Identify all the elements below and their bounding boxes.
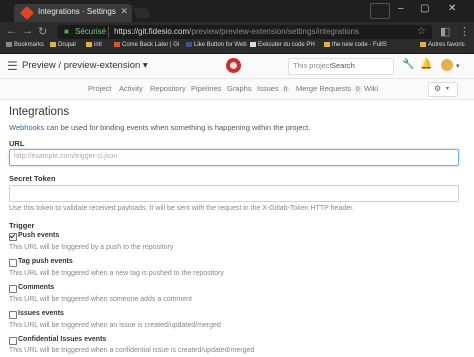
user-profile-button[interactable] <box>370 3 390 19</box>
confidential-issues-events-label: Confidential Issues events <box>18 336 107 343</box>
lock-icon: ■ <box>64 27 69 36</box>
secret-token-label: Secret Token <box>9 174 56 183</box>
search-placeholder: Search <box>331 61 355 70</box>
chevron-down-icon[interactable]: ▾ <box>456 62 460 70</box>
page-description: Webhooks can be used for binding events … <box>9 123 311 132</box>
tab-merge-requests[interactable]: Merge Requests 0 <box>296 84 363 93</box>
bookmark-item[interactable]: intl <box>86 42 102 48</box>
gitlab-favicon-icon <box>19 5 35 21</box>
extension-icon[interactable]: ◧ <box>440 25 450 38</box>
search-input[interactable]: This project Search <box>288 58 394 75</box>
url-separator <box>108 26 109 38</box>
comments-label: Comments <box>18 284 55 291</box>
tab-wiki[interactable]: Wiki <box>364 84 378 93</box>
folder-icon <box>324 42 330 47</box>
trigger-label: Trigger <box>9 221 35 230</box>
url-path: /preview/preview-extension/settings/inte… <box>189 27 360 36</box>
bookmark-item[interactable]: Exécuter du code PH <box>250 42 315 48</box>
url-label: URL <box>9 139 25 148</box>
bookmarks-bar: Bookmarks Drupal intl Come Back Later | … <box>0 42 474 54</box>
bookmark-item[interactable]: Like Button for Web <box>186 42 247 48</box>
project-title[interactable]: Preview / preview-extension ▾ <box>22 60 148 71</box>
browser-tab[interactable]: Integrations · Settings · P ✕ <box>14 4 132 22</box>
tag-push-events-label: Tag push events <box>18 258 73 265</box>
project-subnav: Project Activity Repository Pipelines Gr… <box>0 79 474 100</box>
page-title: Integrations <box>9 106 70 118</box>
gitlab-header: ☰ Preview / preview-extension ▾ This pro… <box>0 54 474 79</box>
avatar[interactable] <box>441 59 453 71</box>
folder-icon <box>50 42 56 47</box>
logo-mark <box>230 62 237 69</box>
folder-icon <box>86 42 92 47</box>
tag-push-events-checkbox[interactable] <box>9 259 17 267</box>
push-events-label: Push events <box>18 232 60 239</box>
forward-icon[interactable]: → <box>22 25 33 37</box>
confidential-issues-events-checkbox[interactable] <box>9 337 17 345</box>
url-field[interactable]: http://example.com/trigger-ci.json <box>9 149 459 166</box>
address-bar[interactable]: ■ Sécurisé https://git.fidesio.com/previ… <box>58 25 432 39</box>
close-window-icon[interactable]: ✕ <box>448 3 456 14</box>
url-host: https://git.fidesio.com <box>114 27 190 36</box>
star-page-icon <box>250 42 256 47</box>
issues-events-help: This URL will be triggered when an issue… <box>9 322 221 329</box>
push-events-help: This URL will be triggered by a push to … <box>9 244 174 251</box>
minimize-icon[interactable]: – <box>398 3 404 14</box>
gitlab-logo[interactable] <box>226 58 241 73</box>
tab-title: Integrations · Settings · P <box>38 7 118 16</box>
close-tab-icon[interactable]: ✕ <box>120 6 128 17</box>
tab-repository[interactable]: Repository <box>150 84 186 93</box>
gear-icon: ⚙ <box>434 84 442 93</box>
tab-issues[interactable]: Issues 0 <box>257 84 291 93</box>
bookmark-item[interactable]: Come Back Later | Gi <box>114 42 179 48</box>
tag-push-events-help: This URL will be triggered when a new ta… <box>9 270 224 277</box>
wrench-icon[interactable]: 🔧 <box>402 59 414 70</box>
apps-icon <box>6 42 12 47</box>
issues-events-checkbox[interactable] <box>9 311 17 319</box>
issues-count-badge: 0 <box>280 86 291 93</box>
comments-checkbox[interactable] <box>9 285 17 293</box>
folder-icon <box>420 42 426 47</box>
maximize-icon[interactable]: ▢ <box>420 3 429 14</box>
secret-token-field[interactable] <box>9 185 459 202</box>
hamburger-menu-icon[interactable]: ☰ <box>7 59 18 73</box>
bookmark-star-icon[interactable]: ☆ <box>417 26 426 37</box>
comments-help: This URL will be triggered when someone … <box>9 296 192 303</box>
browser-tab-bar: Integrations · Settings · P ✕ – ▢ ✕ <box>0 0 474 22</box>
tab-project[interactable]: Project <box>88 84 111 93</box>
bookmark-item[interactable]: Autres favoris <box>420 42 465 48</box>
tab-activity[interactable]: Activity <box>119 84 143 93</box>
bookmark-item[interactable]: Drupal <box>50 42 76 48</box>
url-text: https://git.fidesio.com/preview/preview-… <box>114 27 359 36</box>
issues-events-label: Issues events <box>18 310 64 317</box>
search-scope: This project <box>293 61 332 70</box>
secret-token-help: Use this token to validate received payl… <box>9 205 354 212</box>
facebook-icon <box>186 42 192 47</box>
webhooks-link[interactable]: Webhooks <box>9 123 44 132</box>
push-events-checkbox[interactable] <box>9 233 17 241</box>
tab-pipelines[interactable]: Pipelines <box>191 84 221 93</box>
settings-dropdown-button[interactable]: ⚙ ▾ <box>428 82 458 97</box>
mr-count-badge: 0 <box>353 86 363 93</box>
browser-toolbar: ← → ↻ ■ Sécurisé https://git.fidesio.com… <box>0 22 474 42</box>
chevron-down-icon: ▾ <box>446 86 450 92</box>
bookmark-item[interactable]: Bookmarks <box>6 42 44 48</box>
page-icon <box>114 42 120 47</box>
bookmark-item[interactable]: the new code - FullS <box>324 42 387 48</box>
menu-icon[interactable]: ⋮ <box>459 25 470 38</box>
secure-label: Sécurisé <box>75 27 107 36</box>
tab-graphs[interactable]: Graphs <box>227 84 252 93</box>
new-tab-button[interactable] <box>133 8 151 18</box>
url-placeholder: http://example.com/trigger-ci.json <box>14 153 118 160</box>
reload-icon[interactable]: ↻ <box>38 25 47 38</box>
notification-bell-icon[interactable]: 🔔 <box>420 59 432 70</box>
back-icon[interactable]: ← <box>6 25 17 37</box>
confidential-issues-events-help: This URL will be triggered when a confid… <box>9 347 255 354</box>
